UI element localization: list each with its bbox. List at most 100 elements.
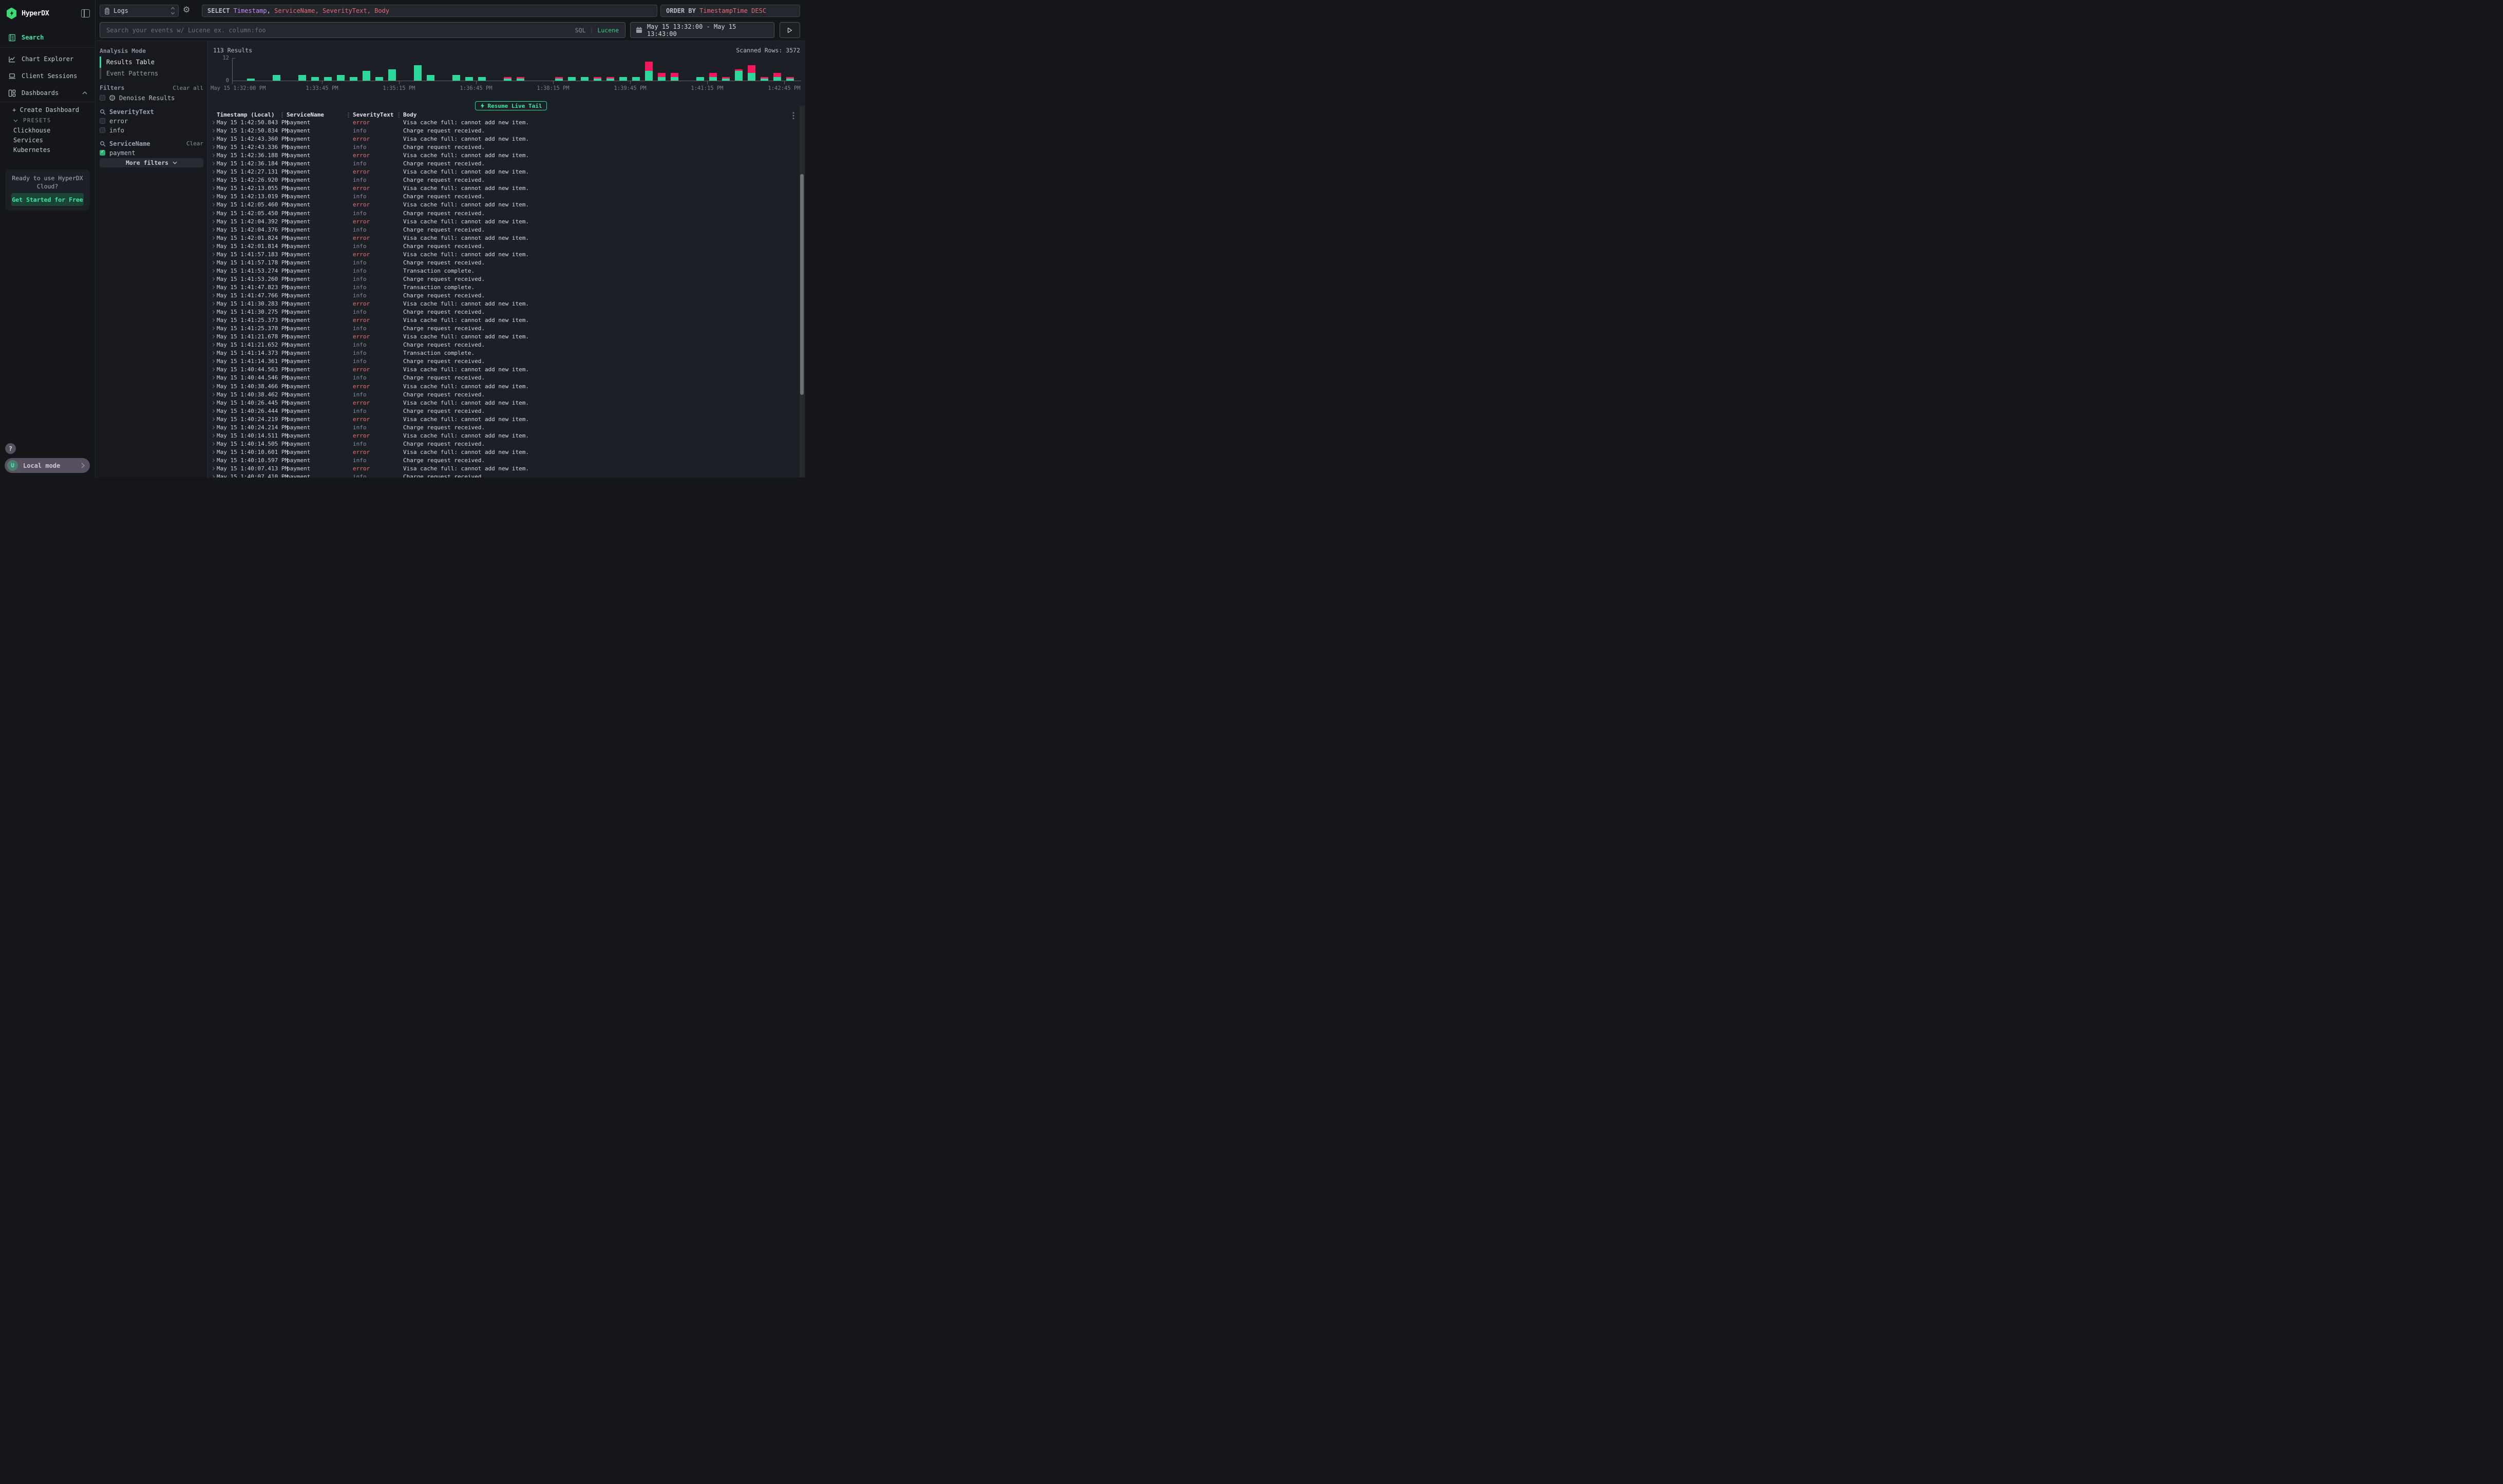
histogram-bar[interactable]: [504, 77, 511, 81]
sidebar-item-search[interactable]: Search: [0, 31, 96, 44]
table-row[interactable]: May 15 1:42:27.131 PMpaymenterrorVisa ca…: [208, 168, 799, 176]
date-range-picker[interactable]: May 15 13:32:00 - May 15 13:43:00: [630, 22, 774, 38]
column-resize-handle-icon[interactable]: [398, 112, 400, 118]
expand-row-chevron-icon[interactable]: [211, 253, 215, 256]
preset-services[interactable]: Services: [0, 137, 96, 144]
results-histogram[interactable]: 12 0 May 15 1:32:00 PM1:33:45 PM1:35:15 …: [232, 58, 799, 81]
expand-row-chevron-icon[interactable]: [211, 220, 215, 223]
payment-checkbox[interactable]: [100, 150, 105, 156]
table-row[interactable]: May 15 1:41:57.178 PMpaymentinfoCharge r…: [208, 259, 799, 267]
expand-row-chevron-icon[interactable]: [211, 137, 215, 141]
info-checkbox[interactable]: [100, 127, 105, 133]
expand-row-chevron-icon[interactable]: [211, 475, 215, 478]
sql-toggle[interactable]: SQL: [575, 27, 586, 34]
order-by-input[interactable]: ORDER BY TimestampTime DESC: [660, 5, 800, 17]
expand-row-chevron-icon[interactable]: [211, 434, 215, 437]
histogram-bar[interactable]: [273, 75, 280, 81]
expand-row-chevron-icon[interactable]: [211, 310, 215, 314]
table-row[interactable]: May 15 1:40:07.410 PMpaymentinfoCharge r…: [208, 473, 799, 478]
table-row[interactable]: May 15 1:42:13.019 PMpaymentinfoCharge r…: [208, 193, 799, 201]
expand-row-chevron-icon[interactable]: [211, 228, 215, 232]
clear-all-button[interactable]: Clear all: [173, 85, 203, 91]
expand-row-chevron-icon[interactable]: [211, 162, 215, 165]
expand-row-chevron-icon[interactable]: [211, 178, 215, 182]
table-row[interactable]: May 15 1:40:24.219 PMpaymenterrorVisa ca…: [208, 415, 799, 424]
expand-row-chevron-icon[interactable]: [211, 351, 215, 355]
results-scrollbar-track[interactable]: [800, 106, 805, 478]
filter-option-label[interactable]: info: [109, 127, 124, 134]
histogram-bar[interactable]: [568, 77, 576, 81]
expand-row-chevron-icon[interactable]: [211, 376, 215, 379]
expand-row-chevron-icon[interactable]: [211, 211, 215, 215]
preset-clickhouse[interactable]: Clickhouse: [0, 127, 96, 134]
histogram-bar[interactable]: [337, 75, 345, 81]
histogram-bar[interactable]: [619, 77, 627, 81]
expand-row-chevron-icon[interactable]: [211, 236, 215, 240]
table-row[interactable]: May 15 1:42:50.843 PMpaymenterrorVisa ca…: [208, 119, 799, 127]
expand-row-chevron-icon[interactable]: [211, 467, 215, 470]
table-row[interactable]: May 15 1:41:14.361 PMpaymentinfoCharge r…: [208, 357, 799, 366]
histogram-bar[interactable]: [517, 77, 524, 81]
histogram-bar[interactable]: [388, 69, 396, 81]
histogram-bar[interactable]: [581, 77, 589, 81]
table-row[interactable]: May 15 1:42:05.460 PMpaymenterrorVisa ca…: [208, 201, 799, 209]
table-row[interactable]: May 15 1:40:07.413 PMpaymenterrorVisa ca…: [208, 465, 799, 473]
collapse-sidebar-icon[interactable]: [81, 9, 90, 17]
run-query-button[interactable]: [780, 22, 800, 38]
expand-row-chevron-icon[interactable]: [211, 154, 215, 157]
sidebar-item-dashboards[interactable]: Dashboards: [0, 86, 96, 100]
expand-row-chevron-icon[interactable]: [211, 186, 215, 190]
expand-row-chevron-icon[interactable]: [211, 368, 215, 371]
expand-row-chevron-icon[interactable]: [211, 359, 215, 363]
table-row[interactable]: May 15 1:40:24.214 PMpaymentinfoCharge r…: [208, 424, 799, 432]
table-row[interactable]: May 15 1:42:36.188 PMpaymenterrorVisa ca…: [208, 151, 799, 160]
select-clause-input[interactable]: SELECT Timestamp , ServiceName, Severity…: [202, 5, 657, 17]
histogram-bar[interactable]: [645, 62, 653, 81]
lucene-toggle[interactable]: Lucene: [597, 27, 619, 34]
histogram-bar[interactable]: [671, 73, 678, 81]
histogram-bar[interactable]: [465, 77, 473, 81]
histogram-bar[interactable]: [748, 65, 755, 81]
table-row[interactable]: May 15 1:40:14.505 PMpaymentinfoCharge r…: [208, 440, 799, 448]
gear-icon[interactable]: ⚙: [183, 6, 190, 14]
sidebar-item-chart-explorer[interactable]: Chart Explorer: [0, 52, 96, 66]
table-row[interactable]: May 15 1:41:30.275 PMpaymentinfoCharge r…: [208, 308, 799, 316]
expand-row-chevron-icon[interactable]: [211, 145, 215, 149]
expand-row-chevron-icon[interactable]: [211, 327, 215, 330]
table-row[interactable]: May 15 1:41:21.678 PMpaymenterrorVisa ca…: [208, 333, 799, 341]
local-mode-menu[interactable]: U Local mode: [5, 458, 90, 473]
expand-row-chevron-icon[interactable]: [211, 335, 215, 338]
search-input[interactable]: Search your events w/ Lucene ex. column:…: [100, 22, 625, 38]
histogram-bar[interactable]: [414, 65, 422, 81]
histogram-bar[interactable]: [298, 75, 306, 81]
table-row[interactable]: May 15 1:41:25.373 PMpaymenterrorVisa ca…: [208, 316, 799, 325]
table-row[interactable]: May 15 1:41:53.260 PMpaymentinfoCharge r…: [208, 275, 799, 283]
table-row[interactable]: May 15 1:40:26.444 PMpaymentinfoCharge r…: [208, 407, 799, 415]
expand-row-chevron-icon[interactable]: [211, 170, 215, 174]
expand-row-chevron-icon[interactable]: [211, 195, 215, 198]
expand-row-chevron-icon[interactable]: [211, 384, 215, 388]
table-row[interactable]: May 15 1:40:26.445 PMpaymenterrorVisa ca…: [208, 399, 799, 407]
table-row[interactable]: May 15 1:41:47.823 PMpaymentinfoTransact…: [208, 283, 799, 292]
histogram-bar[interactable]: [658, 73, 666, 81]
expand-row-chevron-icon[interactable]: [211, 203, 215, 206]
filter-option-label[interactable]: error: [109, 118, 128, 125]
filter-option-label[interactable]: payment: [109, 149, 136, 157]
table-row[interactable]: May 15 1:41:14.373 PMpaymentinfoTransact…: [208, 349, 799, 357]
expand-row-chevron-icon[interactable]: [211, 442, 215, 446]
column-header-severitytext[interactable]: SeverityText: [353, 111, 393, 118]
expand-row-chevron-icon[interactable]: [211, 269, 215, 273]
histogram-bar[interactable]: [606, 77, 614, 81]
histogram-bar[interactable]: [452, 75, 460, 81]
get-started-button[interactable]: Get Started for Free: [11, 193, 84, 206]
expand-row-chevron-icon[interactable]: [211, 417, 215, 421]
column-header-servicename[interactable]: ServiceName: [287, 111, 324, 118]
column-header-body[interactable]: Body: [403, 111, 417, 118]
table-row[interactable]: May 15 1:41:21.652 PMpaymentinfoCharge r…: [208, 341, 799, 349]
table-row[interactable]: May 15 1:42:05.450 PMpaymentinfoCharge r…: [208, 210, 799, 218]
table-row[interactable]: May 15 1:42:04.376 PMpaymentinfoCharge r…: [208, 226, 799, 234]
tab-results-table[interactable]: Results Table: [100, 56, 203, 68]
column-header-timestamp[interactable]: Timestamp (Local): [217, 111, 275, 118]
histogram-bar[interactable]: [696, 77, 704, 81]
histogram-bar[interactable]: [773, 73, 781, 81]
